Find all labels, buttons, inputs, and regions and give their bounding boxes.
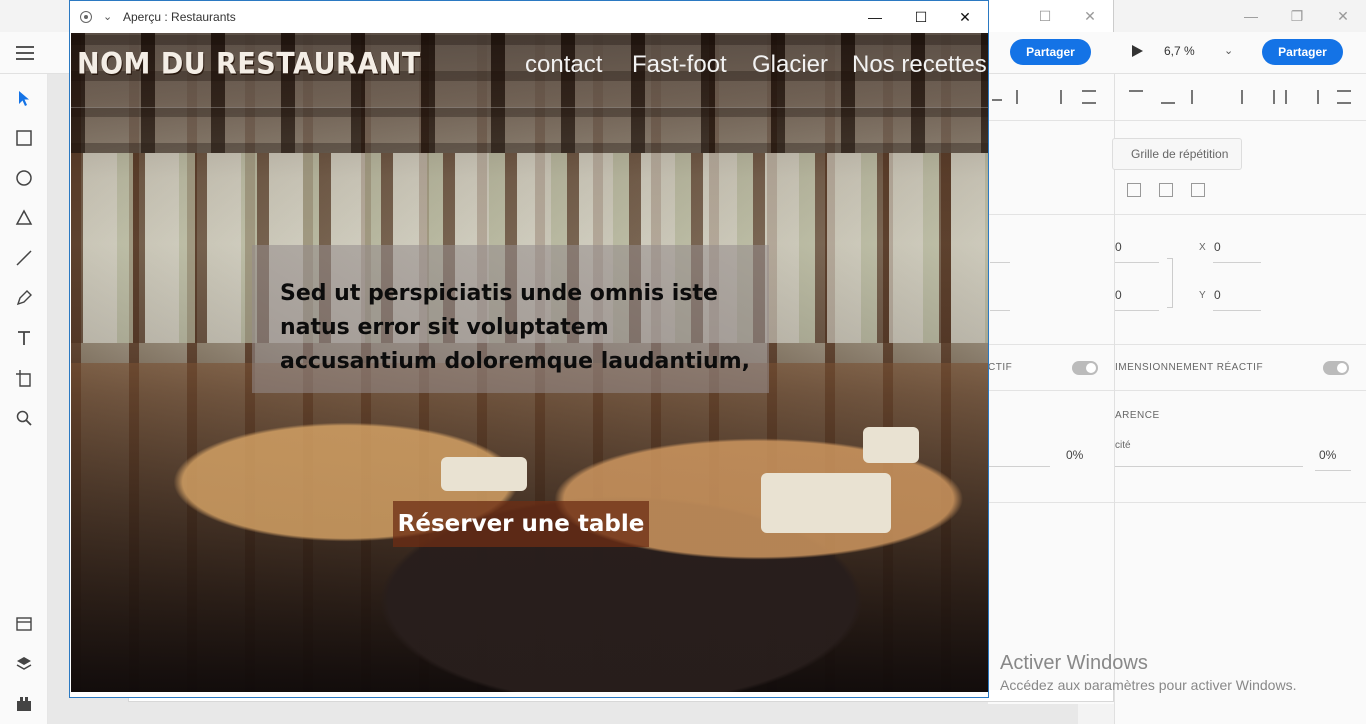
select-tool-icon[interactable]	[14, 88, 34, 108]
zoom-value[interactable]: 6,7 %	[1164, 44, 1195, 58]
field-underline	[1213, 310, 1261, 311]
close-icon[interactable]: ✕	[942, 1, 988, 33]
repeat-grid-label: Grille de répétition	[1131, 147, 1229, 161]
napkin-image	[441, 457, 527, 491]
napkin-image	[761, 473, 891, 533]
share-button[interactable]: Partager	[1262, 39, 1343, 65]
preview-titlebar: ⌄ Aperçu : Restaurants — ☐ ✕	[70, 1, 988, 33]
divider	[988, 214, 1114, 215]
secondary-properties-panel: CTIF 0%	[988, 74, 1114, 704]
minimize-icon[interactable]: —	[852, 1, 898, 33]
close-icon[interactable]: ✕	[1320, 0, 1366, 32]
pen-tool-icon[interactable]	[14, 288, 34, 308]
field-underline	[1315, 470, 1351, 471]
distribute-icon[interactable]	[1082, 90, 1096, 104]
nav-contact[interactable]: contact	[525, 51, 602, 79]
hero-text: Sed ut perspiciatis unde omnis iste natu…	[280, 281, 751, 374]
partial-y-value[interactable]: 0	[1115, 288, 1122, 302]
responsive-label-left: CTIF	[988, 362, 1013, 373]
boolean-intersect-icon[interactable]	[1191, 183, 1205, 197]
hero-box: Sed ut perspiciatis unde omnis iste natu…	[252, 245, 769, 393]
boolean-subtract-icon[interactable]	[1159, 183, 1173, 197]
align-left-icon[interactable]	[1241, 90, 1255, 104]
zoom-tool-icon[interactable]	[14, 408, 34, 428]
responsive-resize-toggle[interactable]	[1323, 361, 1349, 375]
reserve-table-button[interactable]: Réserver une table	[393, 501, 649, 547]
play-preview-icon[interactable]	[1130, 44, 1144, 58]
align-bottom-icon[interactable]	[1161, 90, 1175, 104]
minimize-icon[interactable]: —	[1228, 0, 1274, 32]
align-top-icon[interactable]	[1129, 90, 1143, 104]
y-label: Y	[1199, 290, 1207, 301]
share-button-secondary[interactable]: Partager	[1010, 39, 1091, 65]
restaurant-brand[interactable]: NOM DU RESTAURANT	[77, 48, 421, 81]
chevron-down-icon[interactable]: ⌄	[1224, 44, 1233, 57]
x-value[interactable]: 0	[1214, 240, 1221, 254]
align-right-icon[interactable]	[1048, 90, 1062, 104]
nav-glacier[interactable]: Glacier	[752, 51, 828, 79]
boolean-add-icon[interactable]	[1127, 183, 1141, 197]
chevron-down-icon[interactable]: ⌄	[103, 10, 112, 23]
distribute-horizontal-icon[interactable]	[1337, 90, 1351, 104]
divider	[1115, 390, 1366, 391]
align-right-icon[interactable]	[1305, 90, 1319, 104]
opacity-label: cité	[1115, 440, 1131, 451]
field-underline	[1213, 262, 1261, 263]
polygon-tool-icon[interactable]	[14, 208, 34, 228]
secondary-restore-icon[interactable]: ☐	[1022, 0, 1068, 32]
activation-watermark-title: Activer Windows	[1000, 652, 1148, 674]
divider	[1115, 214, 1366, 215]
divider	[1115, 120, 1366, 121]
nav-fast-foot[interactable]: Fast-foot	[632, 51, 727, 79]
lock-aspect-icon[interactable]	[1167, 258, 1173, 308]
responsive-resize-label: IMENSIONNEMENT RÉACTIF	[1115, 362, 1264, 373]
assets-icon[interactable]	[14, 614, 34, 634]
align-icon[interactable]	[992, 92, 1002, 106]
record-icon[interactable]	[80, 11, 92, 23]
partial-x-value[interactable]: 0	[1115, 240, 1122, 254]
align-center-icon[interactable]	[1016, 90, 1030, 104]
line-tool-icon[interactable]	[14, 248, 34, 268]
divider	[1115, 344, 1366, 345]
x-label: X	[1199, 242, 1207, 253]
responsive-toggle-left[interactable]	[1072, 361, 1098, 375]
maximize-icon[interactable]: ☐	[898, 1, 944, 33]
secondary-window-titlebar: ☐ ✕	[988, 0, 1114, 32]
divider	[988, 502, 1114, 503]
nav-divider	[71, 107, 988, 108]
nav-nos-recettes[interactable]: Nos recettes	[852, 51, 987, 79]
divider	[1115, 502, 1366, 503]
ellipse-tool-icon[interactable]	[14, 168, 34, 188]
secondary-close-icon[interactable]: ✕	[1068, 0, 1112, 32]
preview-window: ⌄ Aperçu : Restaurants — ☐ ✕ NOM DU REST…	[69, 0, 989, 698]
restaurant-site: NOM DU RESTAURANT contact Fast-foot Glac…	[71, 33, 988, 692]
opacity-value-left[interactable]: 0%	[1066, 448, 1083, 462]
text-tool-icon[interactable]	[14, 328, 34, 348]
layers-icon[interactable]	[14, 654, 34, 674]
distribute-vertical-icon[interactable]	[1191, 90, 1201, 104]
y-value[interactable]: 0	[1214, 288, 1221, 302]
artboard-tool-icon[interactable]	[14, 368, 34, 388]
preview-title: Aperçu : Restaurants	[123, 10, 236, 24]
rectangle-tool-icon[interactable]	[14, 128, 34, 148]
menu-icon[interactable]	[16, 46, 34, 60]
tool-rail	[0, 74, 48, 724]
field-underline	[1115, 262, 1159, 263]
divider	[988, 344, 1114, 345]
opacity-slider[interactable]	[1115, 466, 1303, 467]
repeat-grid-button[interactable]: Grille de répétition	[1112, 138, 1242, 170]
opacity-value[interactable]: 0%	[1319, 448, 1336, 462]
align-center-horizontal-icon[interactable]	[1273, 90, 1287, 104]
field-underline	[1115, 310, 1159, 311]
field-underline	[990, 262, 1010, 263]
divider	[988, 390, 1114, 391]
transparency-label: ARENCE	[1115, 410, 1160, 421]
napkin-image	[863, 427, 919, 463]
properties-panel: 0 0 X 0 Y 0 IMENSIONNEMENT RÉACTIF ARENC…	[1114, 74, 1366, 724]
field-underline	[990, 310, 1010, 311]
restore-icon[interactable]: ❐	[1274, 0, 1320, 32]
divider	[988, 120, 1114, 121]
opacity-slider-left[interactable]	[988, 466, 1050, 467]
plugins-icon[interactable]	[14, 694, 34, 714]
